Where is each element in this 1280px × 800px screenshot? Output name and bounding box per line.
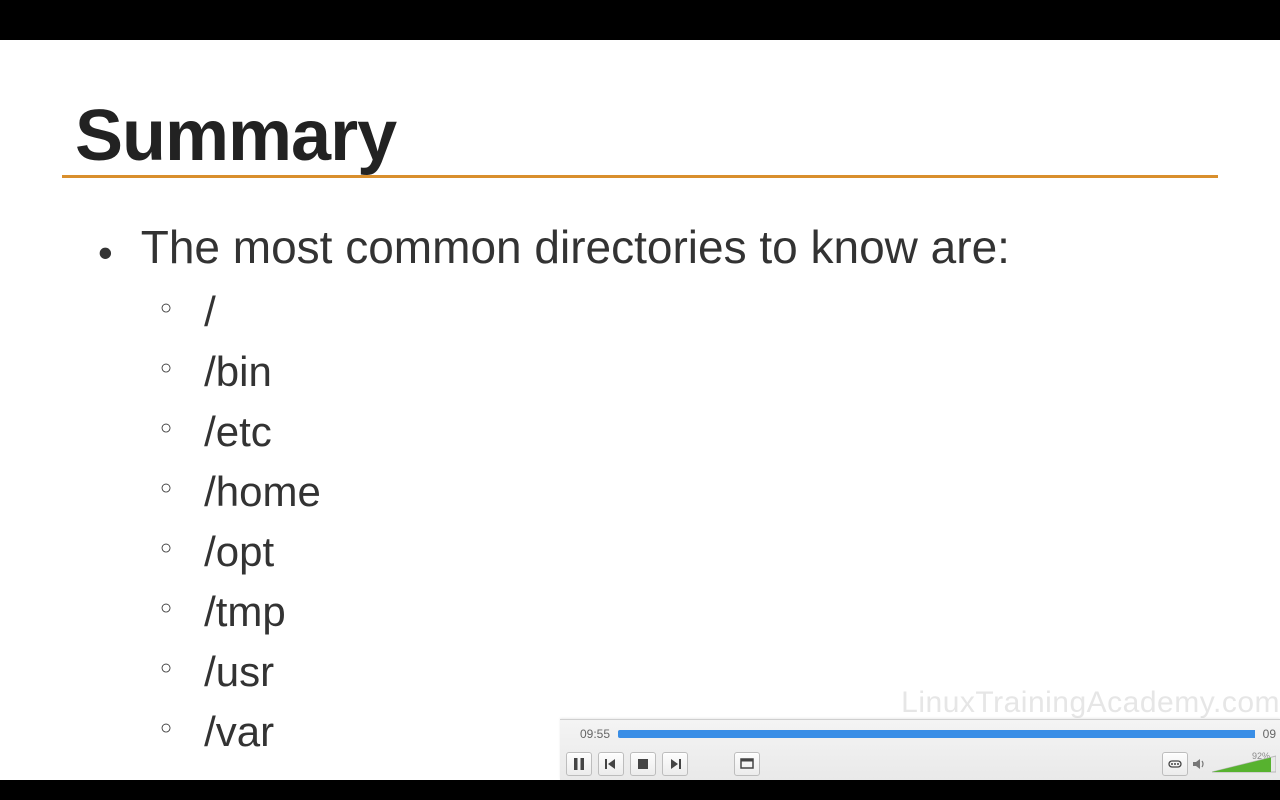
volume-icon[interactable]: [1190, 753, 1208, 775]
circle-bullet-icon: ○: [160, 417, 172, 440]
sub-item-text: /: [204, 288, 216, 336]
loop-button[interactable]: [1162, 752, 1188, 776]
slide-content: • The most common directories to know ar…: [98, 220, 1220, 762]
bullet-dot-icon: •: [98, 232, 113, 274]
previous-button[interactable]: [598, 752, 624, 776]
slide-area: Summary • The most common directories to…: [0, 40, 1280, 780]
circle-bullet-icon: ○: [160, 657, 172, 680]
sub-item-text: /usr: [204, 648, 274, 696]
stop-icon: [635, 756, 651, 772]
list-item: ○ /: [160, 282, 1220, 342]
time-elapsed: 09:55: [560, 727, 610, 741]
loop-icon: [1167, 756, 1183, 772]
pause-button[interactable]: [566, 752, 592, 776]
circle-bullet-icon: ○: [160, 357, 172, 380]
sub-item-text: /var: [204, 708, 274, 756]
media-player: 09:55 09: [560, 719, 1280, 780]
fullscreen-icon: [739, 756, 755, 772]
circle-bullet-icon: ○: [160, 297, 172, 320]
list-item: ○ /home: [160, 462, 1220, 522]
main-bullet-row: • The most common directories to know ar…: [98, 220, 1220, 274]
seek-bar[interactable]: [618, 730, 1255, 738]
skip-forward-icon: [667, 756, 683, 772]
pause-icon: [571, 756, 587, 772]
sub-item-text: /etc: [204, 408, 272, 456]
list-item: ○ /bin: [160, 342, 1220, 402]
title-underline: [62, 175, 1218, 178]
main-bullet-text: The most common directories to know are:: [141, 220, 1010, 274]
circle-bullet-icon: ○: [160, 597, 172, 620]
list-item: ○ /etc: [160, 402, 1220, 462]
skip-back-icon: [603, 756, 619, 772]
volume-slider[interactable]: 92%: [1212, 753, 1276, 775]
seek-bar-progress: [618, 730, 1255, 738]
slide-title: Summary: [75, 95, 396, 177]
seek-row: 09:55 09: [560, 720, 1280, 748]
watermark-text: LinuxTrainingAcademy.com: [901, 686, 1280, 720]
right-controls: 92%: [1162, 750, 1276, 778]
sub-item-text: /home: [204, 468, 321, 516]
sub-item-text: /opt: [204, 528, 274, 576]
sub-item-text: /tmp: [204, 588, 286, 636]
circle-bullet-icon: ○: [160, 537, 172, 560]
next-button[interactable]: [662, 752, 688, 776]
letterbox-top: [0, 0, 1280, 40]
controls-row: 92%: [560, 748, 1280, 780]
circle-bullet-icon: ○: [160, 717, 172, 740]
stop-button[interactable]: [630, 752, 656, 776]
letterbox-bottom: [0, 780, 1280, 800]
circle-bullet-icon: ○: [160, 477, 172, 500]
list-item: ○ /tmp: [160, 582, 1220, 642]
list-item: ○ /opt: [160, 522, 1220, 582]
sub-item-text: /bin: [204, 348, 272, 396]
fullscreen-button[interactable]: [734, 752, 760, 776]
time-total: 09: [1263, 727, 1276, 741]
